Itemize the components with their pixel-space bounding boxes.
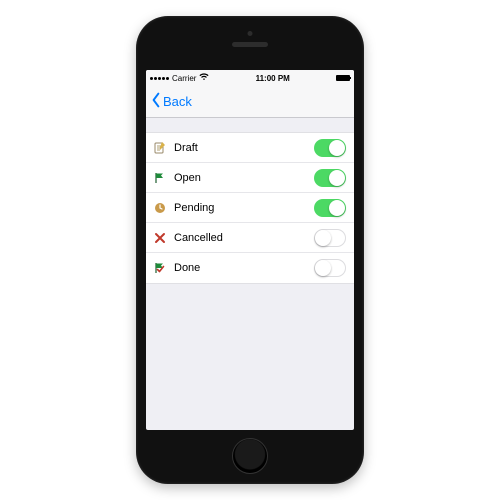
signal-dots-icon [150, 77, 169, 80]
toggle-cancelled[interactable] [314, 229, 346, 247]
toggle-pending[interactable] [314, 199, 346, 217]
row-label: Done [174, 262, 306, 274]
row-done: Done [146, 253, 354, 283]
row-label: Pending [174, 202, 306, 214]
row-label: Draft [174, 142, 306, 154]
status-bar: Carrier 11:00 PM [146, 70, 354, 86]
open-icon [154, 172, 166, 184]
phone-frame: Carrier 11:00 PM Back [136, 16, 364, 484]
chevron-left-icon [150, 92, 162, 111]
wifi-icon [199, 73, 209, 83]
row-draft: Draft [146, 133, 354, 163]
row-label: Open [174, 172, 306, 184]
done-icon [154, 262, 166, 274]
cancelled-icon [154, 232, 166, 244]
toggle-draft[interactable] [314, 139, 346, 157]
battery-icon [336, 75, 350, 81]
clock: 11:00 PM [256, 74, 290, 83]
row-label: Cancelled [174, 232, 306, 244]
back-label: Back [163, 94, 192, 109]
settings-list: Draft Open Pending [146, 132, 354, 284]
draft-icon [154, 142, 166, 154]
pending-icon [154, 202, 166, 214]
nav-bar: Back [146, 86, 354, 118]
screen: Carrier 11:00 PM Back [146, 70, 354, 430]
carrier-label: Carrier [172, 74, 196, 83]
home-button[interactable] [232, 438, 268, 474]
row-cancelled: Cancelled [146, 223, 354, 253]
row-pending: Pending [146, 193, 354, 223]
row-open: Open [146, 163, 354, 193]
toggle-done[interactable] [314, 259, 346, 277]
back-button[interactable]: Back [150, 92, 192, 111]
toggle-open[interactable] [314, 169, 346, 187]
